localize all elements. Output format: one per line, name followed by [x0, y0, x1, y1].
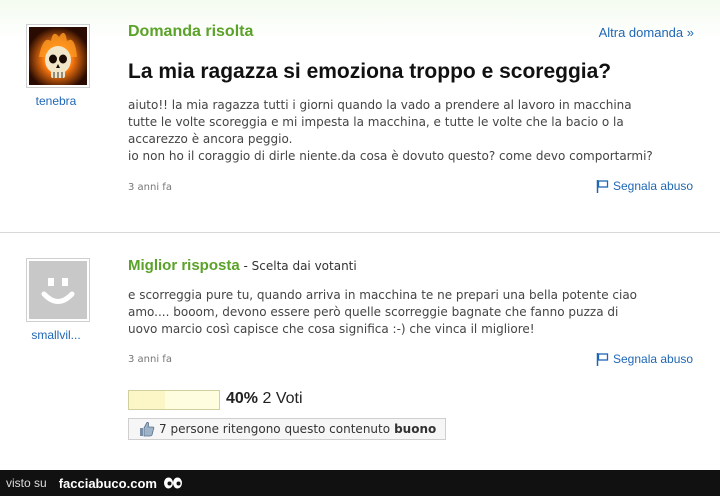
- answer-author-name[interactable]: smallvil...: [16, 328, 96, 342]
- page-frame: tenebra Domanda risolta Altra domanda » …: [0, 0, 720, 470]
- question-body-line: io non ho il coraggio di dirle niente.da…: [128, 149, 653, 163]
- question-report-link[interactable]: Segnala abuso: [596, 179, 693, 193]
- thumbs-up-bold: buono: [394, 422, 437, 436]
- thumbs-up-text: 7 persone ritengono questo contenuto: [159, 422, 391, 436]
- smiley-avatar-icon: [29, 261, 87, 319]
- question-body-line: aiuto!! la mia ragazza tutti i giorni qu…: [128, 98, 632, 112]
- question-author-avatar[interactable]: [26, 24, 90, 88]
- thumbs-up-icon: [139, 421, 155, 437]
- other-question-link[interactable]: Altra domanda »: [599, 25, 694, 40]
- flag-icon: [596, 179, 609, 193]
- flag-icon: [596, 352, 609, 366]
- question-section: tenebra Domanda risolta Altra domanda » …: [0, 0, 720, 233]
- vote-progress-bar: [128, 390, 220, 410]
- answer-report-link[interactable]: Segnala abuso: [596, 352, 693, 366]
- vote-summary: 40% 2 Voti: [226, 390, 303, 408]
- question-title: La mia ragazza si emoziona troppo e scor…: [128, 60, 612, 83]
- answer-body-line: uovo marcio così capisce che cosa signif…: [128, 322, 535, 336]
- answer-body-line: e scorreggia pure tu, quando arriva in m…: [128, 288, 638, 302]
- question-author-name[interactable]: tenebra: [16, 94, 96, 108]
- question-body-line: tutte le volte scoreggia e mi impesta la…: [128, 115, 624, 129]
- footer-brand: facciabuco.com: [58, 475, 157, 491]
- thumbs-up-rating[interactable]: 7 persone ritengono questo contenuto buo…: [128, 418, 446, 440]
- answer-body: e scorreggia pure tu, quando arriva in m…: [128, 287, 703, 338]
- vote-percent: 40%: [226, 390, 259, 407]
- question-report-label: Segnala abuso: [613, 179, 694, 193]
- question-body-line: accarezzo è ancora peggio.: [128, 132, 293, 146]
- answer-time-ago: 3 anni fa: [128, 354, 172, 365]
- best-answer-heading: Miglior risposta: [128, 257, 240, 274]
- answer-report-label: Segnala abuso: [613, 352, 694, 366]
- question-status-label: Domanda risolta: [128, 23, 254, 40]
- question-body: aiuto!! la mia ragazza tutti i giorni qu…: [128, 97, 703, 165]
- answer-author-avatar[interactable]: [26, 258, 90, 322]
- footer-seen-on: visto su: [6, 476, 47, 490]
- answer-heading-row: Miglior risposta - Scelta dai votanti: [128, 257, 357, 275]
- question-time-ago: 3 anni fa: [128, 182, 172, 193]
- vote-count: 2 Voti: [262, 390, 303, 407]
- skull-flame-icon: [29, 27, 87, 85]
- eyes-icon: [163, 476, 183, 490]
- watermark-footer: visto su facciabuco.com: [0, 470, 720, 496]
- best-answer-subheading: - Scelta dai votanti: [239, 259, 357, 273]
- vote-progress-fill: [129, 391, 165, 409]
- answer-body-line: amo.... booom, devono essere però quelle…: [128, 305, 619, 319]
